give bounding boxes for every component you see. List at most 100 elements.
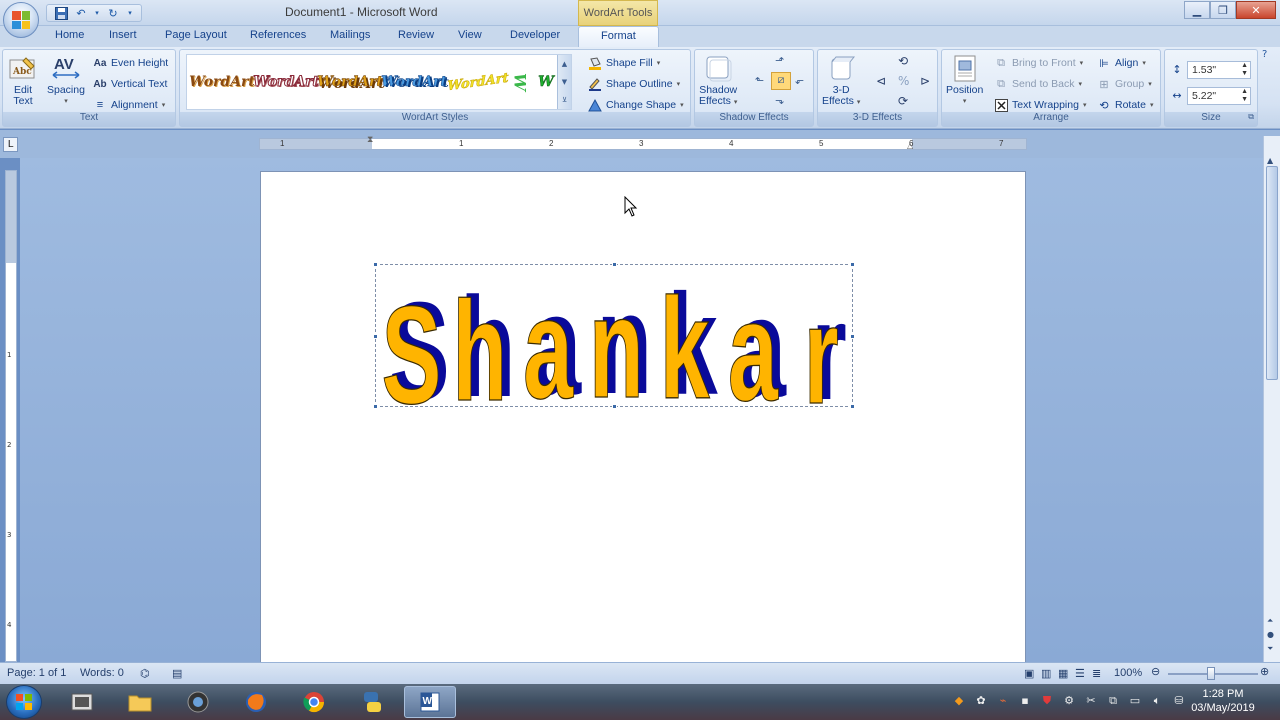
tab-format[interactable]: Format bbox=[578, 26, 659, 48]
tab-view[interactable]: View bbox=[458, 29, 482, 41]
shape-height-input[interactable]: 1.53" ▲ ▼ bbox=[1187, 61, 1251, 79]
tab-selector-icon[interactable]: L bbox=[3, 137, 18, 152]
help-icon[interactable]: ? bbox=[1262, 49, 1276, 63]
tray-icon-2[interactable]: ✿ bbox=[974, 694, 988, 708]
page-count[interactable]: Page: 1 of 1 bbox=[7, 667, 66, 679]
right-indent-marker-icon[interactable]: △ bbox=[907, 141, 913, 150]
zoom-in-icon[interactable]: ⊕ bbox=[1260, 665, 1269, 678]
alignment-button[interactable]: ≡ Alignment ▾ bbox=[93, 98, 165, 112]
proofing-icon[interactable]: ⌬ bbox=[140, 667, 150, 680]
shape-outline-button[interactable]: Shape Outline ▾ bbox=[588, 77, 680, 91]
rotate-button[interactable]: ⟲ Rotate ▾ bbox=[1097, 98, 1153, 112]
resize-handle[interactable] bbox=[373, 334, 378, 339]
tilt-right-icon[interactable]: ⊳ bbox=[920, 74, 930, 88]
height-spinner[interactable]: ▲ ▼ bbox=[1241, 62, 1248, 78]
full-screen-reading-icon[interactable]: ▥ bbox=[1041, 667, 1051, 680]
document-page[interactable]: Shankar Shankar bbox=[260, 171, 1026, 671]
tilt-up-icon[interactable]: ⟲ bbox=[898, 54, 908, 68]
shape-width-input[interactable]: 5.22" ▲ ▼ bbox=[1187, 87, 1251, 105]
tilt-down-icon[interactable]: ⟳ bbox=[898, 94, 908, 108]
previous-page-icon[interactable]: ⏶ bbox=[1267, 616, 1273, 626]
zoom-out-icon[interactable]: ⊖ bbox=[1151, 665, 1160, 678]
taskbar-app-explorer[interactable] bbox=[114, 686, 166, 718]
save-icon[interactable] bbox=[53, 5, 69, 21]
taskbar-app-python[interactable] bbox=[346, 686, 398, 718]
threed-effects-button[interactable]: 3-D Effects ▾ bbox=[822, 53, 860, 108]
taskbar-app-chrome[interactable] bbox=[288, 686, 340, 718]
redo-icon[interactable]: ↻ bbox=[105, 5, 121, 21]
even-height-button[interactable]: Aa Even Height bbox=[93, 56, 169, 70]
taskbar-app-camera[interactable] bbox=[172, 686, 224, 718]
gallery-more-icon[interactable]: ⊻ bbox=[562, 96, 567, 104]
gallery-up-icon[interactable]: ▲ bbox=[562, 60, 567, 68]
edit-text-button[interactable]: Abc Edit Text bbox=[7, 53, 39, 107]
wordart-style-2[interactable]: WordArt bbox=[253, 61, 320, 103]
resize-handle[interactable] bbox=[373, 404, 378, 409]
draft-view-icon[interactable]: ≣ bbox=[1092, 667, 1101, 680]
wordart-object[interactable]: Shankar Shankar bbox=[373, 262, 855, 409]
wordart-style-5[interactable]: WordArt bbox=[447, 57, 509, 107]
tray-icon-1[interactable]: ◆ bbox=[952, 694, 966, 708]
vertical-ruler[interactable]: 1 2 3 4 bbox=[5, 170, 17, 662]
nudge-right-icon[interactable]: ⬐ bbox=[795, 74, 804, 87]
word-count[interactable]: Words: 0 bbox=[80, 667, 124, 679]
resize-handle[interactable] bbox=[850, 334, 855, 339]
customize-qat-icon[interactable]: ▾ bbox=[125, 5, 135, 21]
undo-dropdown-icon[interactable]: ▾ bbox=[93, 5, 101, 21]
tray-icon-8[interactable]: ⧉ bbox=[1106, 694, 1120, 708]
resize-handle[interactable] bbox=[612, 262, 617, 267]
tray-shield-icon[interactable]: ⛊ bbox=[1040, 694, 1054, 708]
taskbar-app-film[interactable] bbox=[56, 686, 108, 718]
scroll-up-icon[interactable]: ▲ bbox=[1267, 156, 1273, 165]
align-button[interactable]: ⊫ Align ▾ bbox=[1097, 56, 1146, 70]
restore-button[interactable]: ❐ bbox=[1210, 1, 1236, 19]
tab-insert[interactable]: Insert bbox=[109, 29, 137, 41]
group-button[interactable]: ⊞ Group ▾ bbox=[1097, 77, 1151, 91]
zoom-level[interactable]: 100% bbox=[1114, 667, 1142, 679]
office-button[interactable] bbox=[3, 2, 39, 38]
tray-icon-3[interactable]: ⌁ bbox=[996, 694, 1010, 708]
tray-icon-9[interactable]: ▭ bbox=[1128, 694, 1142, 708]
text-wrapping-button[interactable]: Text Wrapping ▾ bbox=[994, 98, 1086, 112]
wordart-style-4[interactable]: WordArt bbox=[381, 61, 447, 103]
tab-developer[interactable]: Developer bbox=[510, 29, 560, 41]
resize-handle[interactable] bbox=[850, 262, 855, 267]
size-dialog-launcher-icon[interactable]: ⧉ bbox=[1248, 112, 1254, 122]
clock[interactable]: 1:28 PM 03/May/2019 bbox=[1186, 687, 1260, 715]
vertical-scrollbar[interactable]: ▲ ⏶ ● ⏷ bbox=[1263, 136, 1280, 662]
wordart-style-7[interactable]: W bbox=[533, 61, 559, 103]
vertical-text-button[interactable]: A͏b Vertical Text bbox=[93, 77, 167, 91]
position-button[interactable]: Position ▾ bbox=[946, 53, 983, 107]
spacing-button[interactable]: AV Spacing ▾ bbox=[47, 53, 85, 107]
tab-review[interactable]: Review bbox=[398, 29, 434, 41]
gallery-down-icon[interactable]: ▼ bbox=[562, 78, 567, 86]
outline-view-icon[interactable]: ☰ bbox=[1075, 667, 1085, 680]
shadow-effects-button[interactable]: Shadow Effects ▾ bbox=[699, 53, 737, 108]
tab-home[interactable]: Home bbox=[55, 29, 84, 41]
minimize-button[interactable]: ▁ bbox=[1184, 1, 1210, 19]
nudge-left-icon[interactable]: ⬑ bbox=[755, 74, 764, 87]
tray-icon-6[interactable]: ⚙ bbox=[1062, 694, 1076, 708]
zoom-slider-thumb[interactable] bbox=[1207, 667, 1215, 680]
tray-icon-7[interactable]: ✂ bbox=[1084, 694, 1098, 708]
nudge-up-icon[interactable]: ⬏ bbox=[775, 54, 784, 67]
width-spinner[interactable]: ▲ ▼ bbox=[1241, 88, 1248, 104]
next-page-icon[interactable]: ⏷ bbox=[1267, 644, 1273, 654]
resize-handle[interactable] bbox=[373, 262, 378, 267]
wordart-style-3[interactable]: WordArt bbox=[317, 61, 383, 103]
resize-handle[interactable] bbox=[612, 404, 617, 409]
gallery-scroll[interactable]: ▲ ▼ ⊻ bbox=[557, 55, 571, 109]
select-browse-object-icon[interactable]: ● bbox=[1267, 630, 1274, 639]
network-icon[interactable]: ⛁ bbox=[1172, 694, 1186, 708]
tab-mailings[interactable]: Mailings bbox=[330, 29, 370, 41]
change-shape-button[interactable]: Change Shape ▾ bbox=[588, 98, 684, 112]
shape-fill-button[interactable]: Shape Fill ▾ bbox=[588, 56, 660, 70]
macro-record-icon[interactable]: ▤ bbox=[172, 667, 182, 680]
tab-references[interactable]: References bbox=[250, 29, 306, 41]
tilt-left-icon[interactable]: ⊲ bbox=[876, 74, 886, 88]
scroll-thumb[interactable] bbox=[1266, 166, 1278, 380]
send-to-back-button[interactable]: ⧉ Send to Back ▾ bbox=[994, 77, 1082, 91]
threed-toggle-icon[interactable]: % bbox=[898, 74, 909, 88]
wordart-style-6[interactable]: W bbox=[511, 61, 530, 103]
shadow-toggle-icon[interactable]: ⧄ bbox=[771, 72, 791, 90]
